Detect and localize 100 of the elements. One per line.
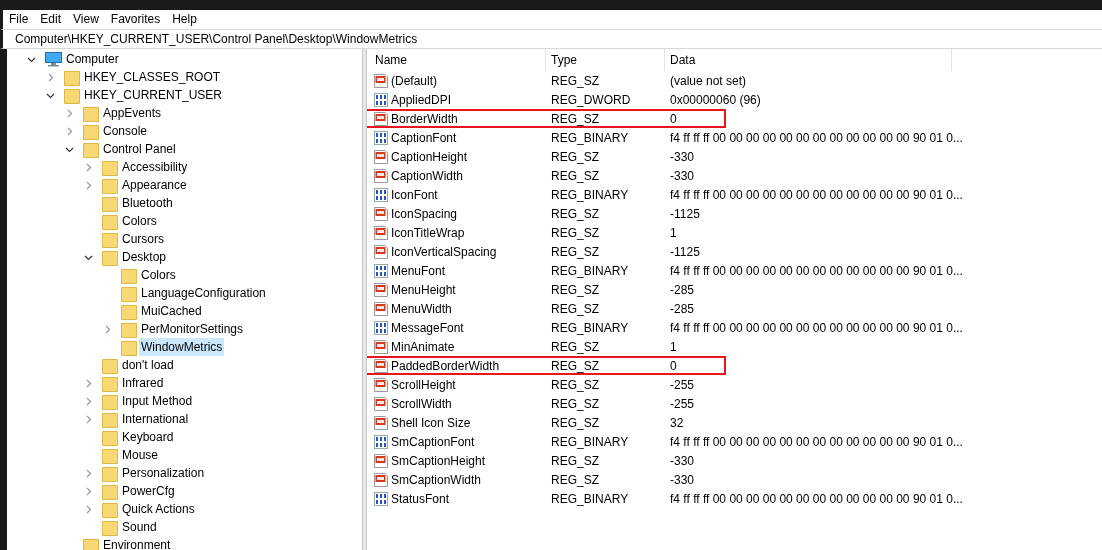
value-name[interactable]: MinAnimate bbox=[391, 337, 455, 356]
value-name[interactable]: ScrollWidth bbox=[391, 394, 452, 413]
tree-item[interactable]: Quick Actions bbox=[120, 500, 197, 518]
value-data: 32 bbox=[669, 414, 685, 432]
folder-icon bbox=[121, 338, 137, 356]
tree-item[interactable]: Bluetooth bbox=[120, 194, 175, 212]
value-type: REG_BINARY bbox=[550, 319, 630, 337]
folder-icon bbox=[83, 104, 99, 122]
value-data: f4 ff ff ff 00 00 00 00 00 00 00 00 00 00 00 00 90 01 0... bbox=[669, 433, 964, 451]
tree-item[interactable]: PowerCfg bbox=[120, 482, 177, 500]
chevron-right-icon[interactable] bbox=[65, 108, 74, 118]
value-data: (value not set) bbox=[669, 72, 748, 90]
column-header[interactable]: Data bbox=[665, 49, 952, 71]
tree-item[interactable]: Computer bbox=[64, 50, 121, 68]
value-name[interactable]: CaptionHeight bbox=[391, 147, 468, 166]
value-type: REG_SZ bbox=[550, 300, 600, 318]
chevron-right-icon[interactable] bbox=[46, 72, 55, 82]
value-name[interactable]: CaptionFont bbox=[391, 128, 457, 147]
tree-item[interactable]: Input Method bbox=[120, 392, 195, 410]
folder-icon bbox=[102, 392, 118, 410]
chevron-right-icon[interactable] bbox=[84, 414, 93, 424]
string-value-icon bbox=[373, 414, 389, 431]
tree-item[interactable]: Cursors bbox=[120, 230, 166, 248]
tree-item[interactable]: Mouse bbox=[120, 446, 161, 464]
menu-item[interactable]: Favorites bbox=[104, 10, 167, 29]
menu-item[interactable]: Edit bbox=[34, 10, 68, 29]
binary-value-icon bbox=[373, 319, 389, 336]
chevron-right-icon[interactable] bbox=[65, 126, 74, 136]
menu-item[interactable]: File bbox=[3, 10, 35, 29]
chevron-right-icon[interactable] bbox=[103, 324, 112, 334]
tree-item[interactable]: AppEvents bbox=[101, 104, 164, 122]
value-name[interactable]: (Default) bbox=[391, 71, 437, 90]
menu-item[interactable]: Help bbox=[166, 10, 203, 29]
tree-item[interactable]: Appearance bbox=[120, 176, 189, 194]
value-name[interactable]: IconTitleWrap bbox=[391, 223, 465, 242]
value-type: REG_SZ bbox=[550, 205, 600, 223]
menu-item[interactable]: View bbox=[67, 10, 105, 29]
tree-item[interactable]: Environment bbox=[101, 536, 173, 550]
value-name[interactable]: MenuHeight bbox=[391, 280, 456, 299]
tree-item[interactable]: MuiCached bbox=[139, 302, 204, 320]
folder-icon bbox=[64, 86, 80, 104]
tree-item[interactable]: HKEY_CLASSES_ROOT bbox=[82, 68, 223, 86]
string-value-icon bbox=[373, 110, 389, 127]
value-name[interactable]: AppliedDPI bbox=[391, 90, 452, 109]
column-header[interactable]: Name bbox=[370, 49, 546, 71]
value-name[interactable]: Shell Icon Size bbox=[391, 413, 471, 432]
string-value-icon bbox=[373, 395, 389, 412]
value-name[interactable]: SmCaptionHeight bbox=[391, 451, 486, 470]
value-name[interactable]: MenuWidth bbox=[391, 299, 452, 318]
value-type: REG_SZ bbox=[550, 148, 600, 166]
tree-item[interactable]: International bbox=[120, 410, 191, 428]
chevron-right-icon[interactable] bbox=[84, 162, 93, 172]
folder-icon bbox=[102, 158, 118, 176]
value-name[interactable]: SmCaptionWidth bbox=[391, 470, 482, 489]
value-name[interactable]: MenuFont bbox=[391, 261, 446, 280]
chevron-right-icon[interactable] bbox=[84, 486, 93, 496]
value-name[interactable]: BorderWidth bbox=[391, 109, 458, 128]
tree-item[interactable]: Infrared bbox=[120, 374, 166, 392]
tree-item[interactable]: Console bbox=[101, 122, 150, 140]
tree-item[interactable]: LanguageConfiguration bbox=[139, 284, 268, 302]
chevron-right-icon[interactable] bbox=[84, 396, 93, 406]
tree-item[interactable]: Accessibility bbox=[120, 158, 190, 176]
tree-item[interactable]: PerMonitorSettings bbox=[139, 320, 246, 338]
tree-item[interactable]: Colors bbox=[120, 212, 159, 230]
tree-item[interactable]: Keyboard bbox=[120, 428, 176, 446]
chevron-right-icon[interactable] bbox=[84, 180, 93, 190]
value-data: -330 bbox=[669, 471, 696, 489]
string-value-icon bbox=[373, 300, 389, 317]
column-header[interactable]: Type bbox=[546, 49, 665, 71]
chevron-right-icon[interactable] bbox=[84, 378, 93, 388]
folder-icon bbox=[102, 356, 118, 374]
value-name[interactable]: IconVerticalSpacing bbox=[391, 242, 497, 261]
value-name[interactable]: IconFont bbox=[391, 185, 438, 204]
binary-value-icon bbox=[373, 186, 389, 203]
chevron-right-icon[interactable] bbox=[84, 504, 93, 514]
value-name[interactable]: ScrollHeight bbox=[391, 375, 456, 394]
tree-item[interactable]: Sound bbox=[120, 518, 159, 536]
value-name[interactable]: IconSpacing bbox=[391, 204, 458, 223]
tree-item[interactable]: HKEY_CURRENT_USER bbox=[82, 86, 225, 104]
computer-icon bbox=[45, 51, 62, 67]
value-type: REG_SZ bbox=[550, 471, 600, 489]
value-name[interactable]: CaptionWidth bbox=[391, 166, 464, 185]
string-value-icon bbox=[373, 338, 389, 355]
chevron-right-icon[interactable] bbox=[84, 468, 93, 478]
value-name[interactable]: PaddedBorderWidth bbox=[391, 356, 500, 375]
tree-item[interactable]: don't load bbox=[120, 356, 176, 374]
folder-icon bbox=[83, 536, 99, 550]
binary-value-icon bbox=[373, 91, 389, 108]
value-data: -330 bbox=[669, 167, 696, 185]
folder-icon bbox=[102, 176, 118, 194]
value-name[interactable]: StatusFont bbox=[391, 489, 450, 508]
tree-item[interactable]: Control Panel bbox=[101, 140, 178, 158]
tree-item[interactable]: WindowMetrics bbox=[139, 338, 225, 356]
value-data: 0 bbox=[669, 357, 678, 375]
value-name[interactable]: SmCaptionFont bbox=[391, 432, 475, 451]
tree-item[interactable]: Desktop bbox=[120, 248, 169, 266]
tree-item[interactable]: Colors bbox=[139, 266, 178, 284]
tree-item[interactable]: Personalization bbox=[120, 464, 207, 482]
value-name[interactable]: MessageFont bbox=[391, 318, 464, 337]
folder-icon bbox=[102, 212, 118, 230]
